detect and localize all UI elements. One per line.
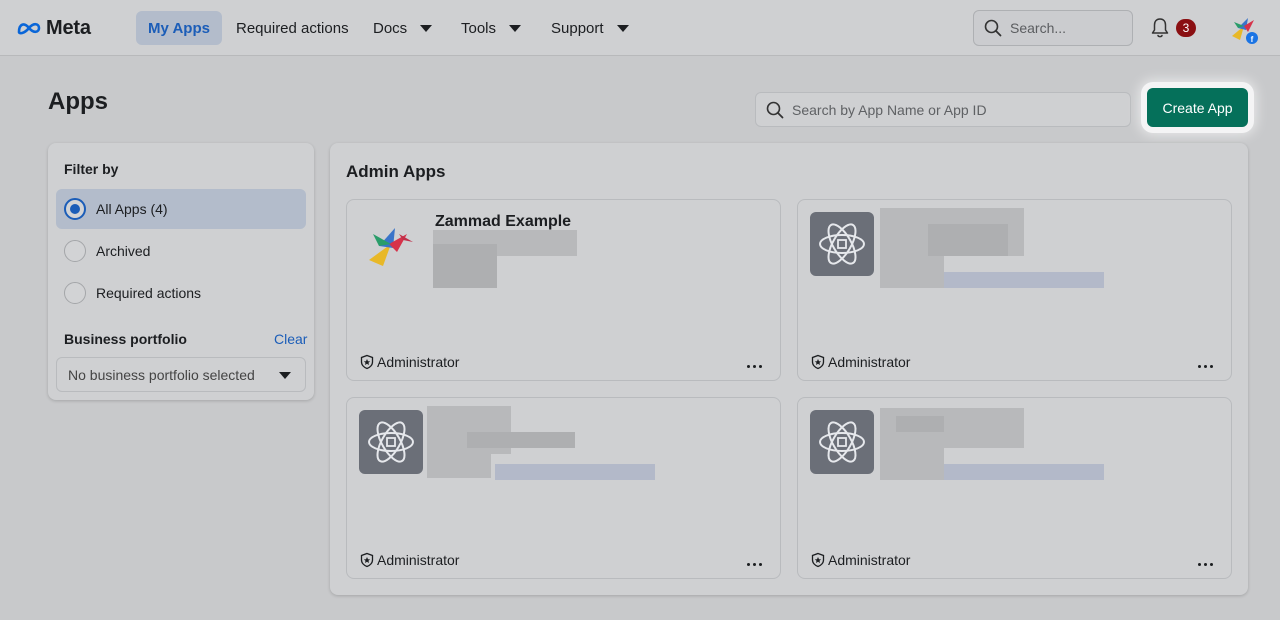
radio-checked[interactable] (64, 198, 86, 220)
role-label: Administrator (810, 552, 910, 568)
filter-option-label: Archived (96, 243, 151, 259)
blurred-app-details (880, 448, 944, 480)
role-text: Administrator (377, 354, 460, 370)
chevron-down-icon (616, 24, 629, 32)
blurred-app-details (427, 454, 491, 478)
app-card[interactable]: Administrator (797, 397, 1232, 579)
chevron-down-icon (509, 24, 522, 32)
blurred-app-details (495, 464, 655, 480)
blurred-app-details (433, 244, 497, 288)
nav-tools-label: Tools (461, 19, 497, 37)
brand-name: Meta (46, 16, 91, 39)
meta-infinity-icon (17, 22, 41, 35)
notification-badge: 3 (1176, 19, 1196, 37)
business-portfolio-value: No business portfolio selected (68, 366, 255, 383)
atom-app-icon (359, 410, 423, 474)
filter-option-label: Required actions (96, 285, 202, 301)
role-text: Administrator (828, 552, 911, 568)
nav-required-actions-label: Required actions (236, 19, 349, 37)
page-title: Apps (48, 88, 108, 115)
nav-tools[interactable]: Tools (449, 11, 533, 45)
admin-apps-panel: Admin Apps Zammad Example Administrator (330, 143, 1248, 595)
search-icon (766, 101, 784, 118)
blurred-app-details (467, 432, 575, 448)
blurred-app-details (880, 256, 944, 288)
radio-unchecked[interactable] (64, 240, 86, 262)
shield-icon (360, 552, 374, 568)
role-label: Administrator (359, 552, 459, 568)
more-options-icon[interactable] (747, 563, 762, 566)
more-options-icon[interactable] (1198, 365, 1213, 368)
atom-app-icon (810, 410, 874, 474)
filter-panel: Filter by All Apps (4) Archived Required… (48, 143, 314, 400)
business-portfolio-select[interactable]: No business portfolio selected (56, 357, 306, 392)
top-search[interactable] (973, 10, 1133, 46)
more-options-icon[interactable] (747, 365, 762, 368)
business-portfolio-label: Business portfolio (64, 331, 187, 347)
search-icon (984, 19, 1002, 37)
create-app-button[interactable]: Create App (1147, 88, 1248, 127)
filter-option-label: All Apps (4) (96, 201, 168, 217)
nav-my-apps[interactable]: My Apps (136, 11, 222, 45)
section-title: Admin Apps (346, 162, 446, 181)
svg-text:f: f (1251, 35, 1254, 44)
filter-option-archived[interactable]: Archived (56, 231, 306, 271)
role-label: Administrator (359, 354, 459, 370)
shield-icon (811, 552, 825, 568)
role-text: Administrator (377, 552, 460, 568)
atom-app-icon (810, 212, 874, 276)
blurred-app-details (928, 224, 1008, 256)
zammad-logo-icon (369, 228, 413, 266)
top-search-input[interactable] (1010, 20, 1120, 36)
meta-logo[interactable]: Meta (16, 16, 91, 40)
role-text: Administrator (828, 354, 911, 370)
app-card[interactable]: Administrator (346, 397, 781, 579)
chevron-down-icon (420, 24, 433, 32)
more-options-icon[interactable] (1198, 563, 1213, 566)
blurred-app-details (944, 272, 1104, 288)
account-avatar[interactable]: f (1228, 14, 1260, 44)
blurred-app-details (944, 464, 1104, 480)
app-search-input[interactable] (792, 101, 1122, 118)
radio-unchecked[interactable] (64, 282, 86, 304)
bell-icon[interactable] (1148, 16, 1172, 40)
app-card[interactable]: Administrator (797, 199, 1232, 381)
chevron-down-icon (279, 372, 291, 379)
app-card[interactable]: Zammad Example Administrator (346, 199, 781, 381)
role-label: Administrator (810, 354, 910, 370)
nav-required-actions[interactable]: Required actions (224, 11, 361, 45)
nav-support-label: Support (551, 19, 604, 37)
app-search[interactable] (755, 92, 1131, 127)
shield-icon (360, 354, 374, 370)
clear-link[interactable]: Clear (274, 331, 307, 347)
blurred-app-details (896, 416, 944, 432)
filter-option-all-apps[interactable]: All Apps (4) (56, 189, 306, 229)
top-nav: Meta My Apps Required actions Docs Tools… (0, 0, 1280, 56)
filter-option-required-actions[interactable]: Required actions (56, 273, 306, 313)
filter-title: Filter by (64, 161, 119, 177)
nav-my-apps-label: My Apps (148, 19, 210, 37)
shield-icon (811, 354, 825, 370)
nav-docs[interactable]: Docs (361, 11, 444, 45)
app-name: Zammad Example (435, 213, 572, 230)
nav-support[interactable]: Support (539, 11, 641, 45)
nav-docs-label: Docs (373, 19, 408, 37)
